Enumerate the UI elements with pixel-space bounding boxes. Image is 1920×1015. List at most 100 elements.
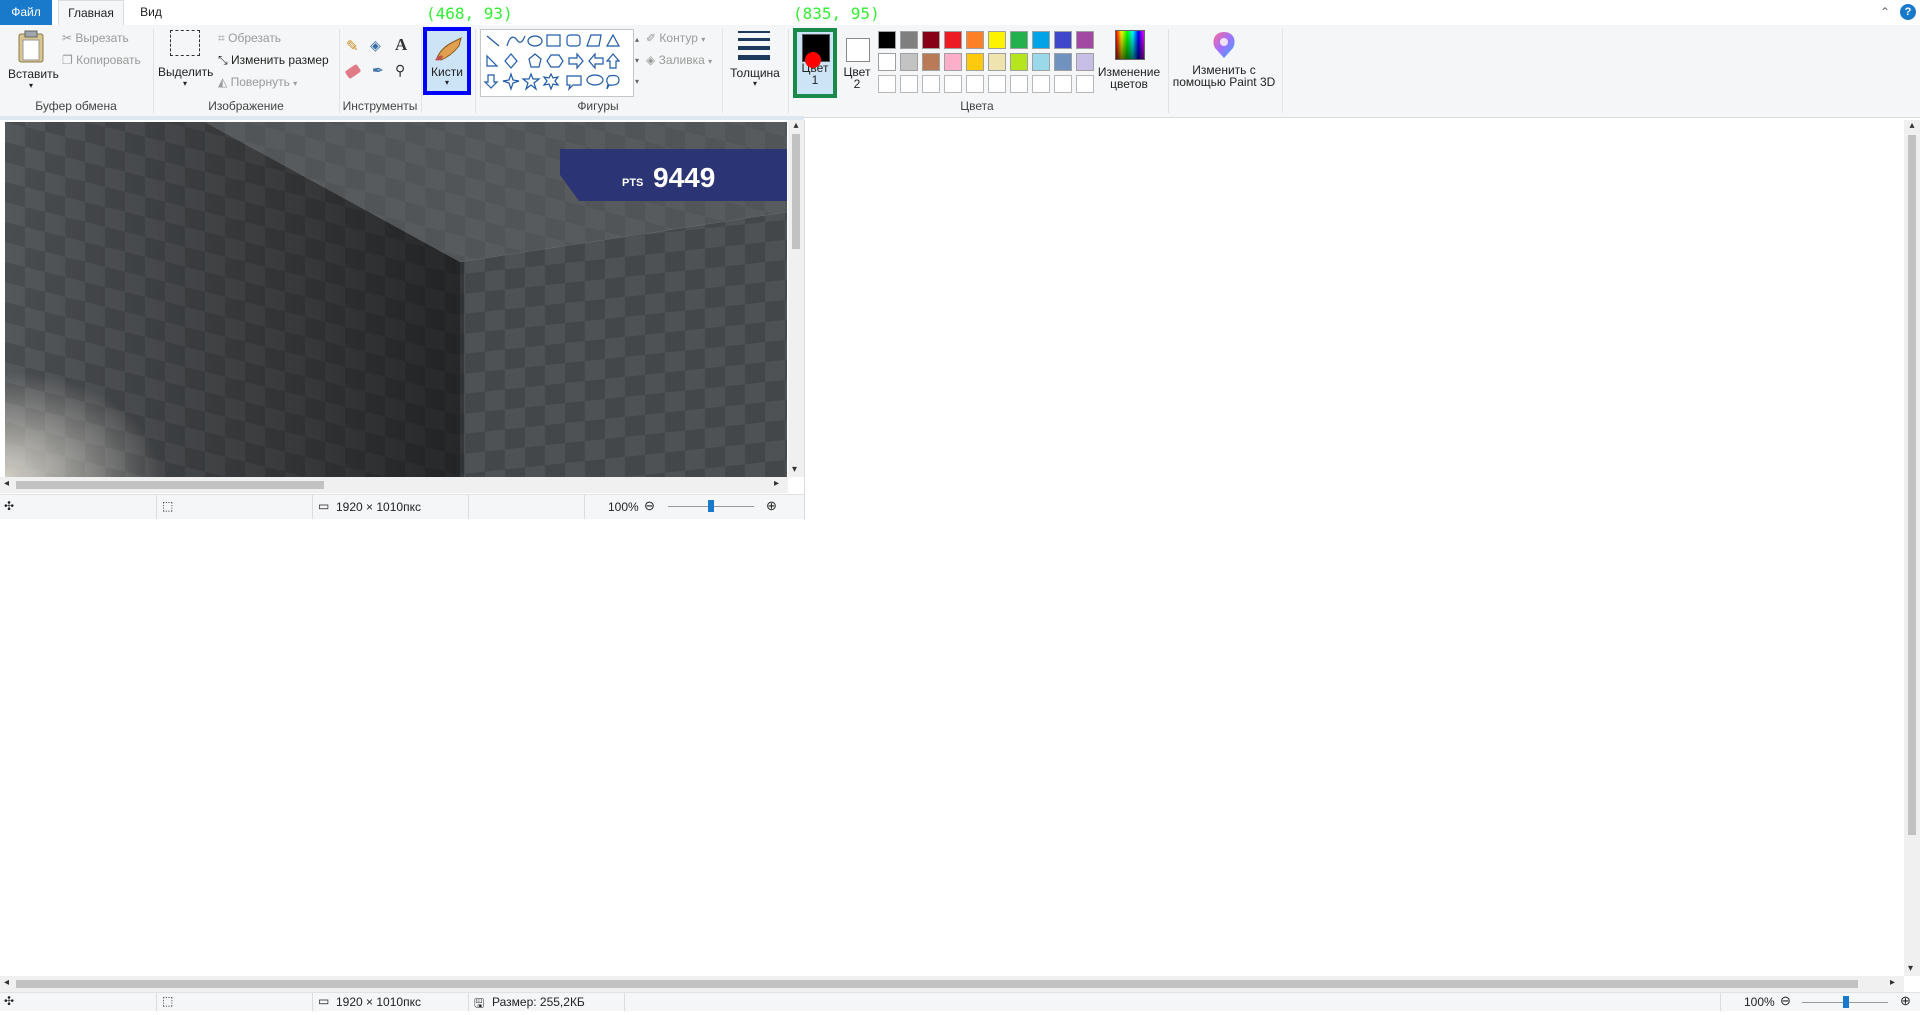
main-zoom-slider-thumb[interactable] xyxy=(1843,996,1849,1008)
palette-swatch[interactable] xyxy=(988,53,1006,71)
palette-swatch[interactable] xyxy=(922,75,940,93)
zoom-in-icon[interactable]: ⊕ xyxy=(1900,993,1911,1009)
tab-file[interactable]: Файл xyxy=(0,0,52,25)
paste-button[interactable]: Вставить ▾ xyxy=(8,30,59,90)
main-vertical-scroll-thumb[interactable] xyxy=(1908,135,1916,835)
group-divider xyxy=(788,29,789,113)
zoom-out-icon[interactable]: ⊖ xyxy=(1780,993,1791,1009)
shapes-gallery[interactable] xyxy=(480,29,634,97)
palette-swatch[interactable] xyxy=(966,31,984,49)
main-horizontal-scrollbar[interactable]: ◂ ▸ xyxy=(0,976,1904,992)
main-dims-text: 1920 × 1010пкс xyxy=(336,995,421,1009)
nested-status-bar: ✣ ⬚ ▭ 1920 × 1010пкс 100% ⊖ ⊕ xyxy=(0,494,804,519)
palette-swatch[interactable] xyxy=(1032,75,1050,93)
fill-icon: ◈ xyxy=(646,53,656,67)
select-button[interactable]: Выделить ▾ xyxy=(158,30,213,88)
outline-button[interactable]: ✐ Контур ▾ xyxy=(646,31,705,45)
rotate-label: Повернуть xyxy=(230,75,290,89)
nested-zoom-slider-thumb[interactable] xyxy=(708,500,714,512)
resize-button[interactable]: ⤡ Изменить размер xyxy=(218,53,329,68)
palette-swatch[interactable] xyxy=(1010,75,1028,93)
crop-label: Обрезать xyxy=(228,31,282,45)
eraser-icon xyxy=(344,63,362,80)
chevron-down-icon: ▾ xyxy=(701,35,706,44)
palette-swatch[interactable] xyxy=(878,53,896,71)
crop-button[interactable]: ⌗ Обрезать xyxy=(218,31,281,46)
palette-swatch[interactable] xyxy=(922,53,940,71)
palette-swatch[interactable] xyxy=(1076,53,1094,71)
palette-swatch[interactable] xyxy=(1054,53,1072,71)
copy-button[interactable]: ❐ Копировать xyxy=(62,53,141,67)
rotate-button[interactable]: ◭ Повернуть ▾ xyxy=(218,75,297,89)
palette-swatch[interactable] xyxy=(944,75,962,93)
game-screenshot-canvas[interactable]: PTS 9449 xyxy=(5,122,787,477)
bucket-icon: ◈ xyxy=(370,37,381,53)
color-picker-tool[interactable]: ✒ xyxy=(372,62,384,79)
nested-horizontal-scrollbar[interactable]: ◂ ▸ xyxy=(0,477,788,493)
paint3d-icon xyxy=(1213,32,1235,58)
fill-button[interactable]: ◈ Заливка ▾ xyxy=(646,53,712,67)
shapes-gallery-scroll[interactable]: ▴ ▾ ▾ xyxy=(632,29,642,95)
help-icon[interactable]: ? xyxy=(1900,4,1916,20)
group-divider xyxy=(1168,29,1169,113)
palette-swatch[interactable] xyxy=(944,31,962,49)
fill-tool[interactable]: ◈ xyxy=(370,37,381,54)
palette-swatch[interactable] xyxy=(988,31,1006,49)
palette-swatch[interactable] xyxy=(1010,53,1028,71)
palette-swatch[interactable] xyxy=(966,53,984,71)
palette-swatch[interactable] xyxy=(1010,31,1028,49)
shapes-group-label: Фигуры xyxy=(577,99,619,113)
color2-button[interactable]: Цвет 2 xyxy=(842,30,872,90)
main-vertical-scrollbar[interactable]: ▴ ▾ xyxy=(1904,120,1920,976)
zoom-in-icon[interactable]: ⊕ xyxy=(766,498,777,514)
color2-label: Цвет 2 xyxy=(843,65,871,91)
copy-icon: ❐ xyxy=(62,53,73,67)
magnifier-tool[interactable]: ⚲ xyxy=(395,62,405,79)
outline-label: Контур xyxy=(659,31,698,45)
nested-vertical-scroll-thumb[interactable] xyxy=(792,134,800,249)
main-horizontal-scroll-thumb[interactable] xyxy=(16,980,1858,988)
palette-swatch[interactable] xyxy=(1054,75,1072,93)
palette-swatch[interactable] xyxy=(900,75,918,93)
select-rectangle-icon xyxy=(170,30,200,56)
rotate-icon: ◭ xyxy=(218,75,228,89)
palette-swatch[interactable] xyxy=(1076,75,1094,93)
nested-paint-window: PTS 9449 ▴ ▾ ◂ ▸ ✣ ⬚ ▭ 1920 × 1010пкс 10… xyxy=(0,120,805,520)
points-value: 9449 xyxy=(653,162,716,193)
scissors-icon: ✂ xyxy=(62,31,73,45)
selection-size-icon: ⬚ xyxy=(162,499,174,513)
palette-swatch[interactable] xyxy=(1076,31,1094,49)
palette-swatch[interactable] xyxy=(944,53,962,71)
thickness-button[interactable]: Толщина ▾ xyxy=(728,31,782,88)
collapse-ribbon-icon[interactable]: ⌃ xyxy=(1880,5,1890,19)
palette-swatch[interactable] xyxy=(988,75,1006,93)
nested-horizontal-scroll-thumb[interactable] xyxy=(16,481,324,489)
palette-swatch[interactable] xyxy=(1054,31,1072,49)
fill-label: Заливка xyxy=(658,53,705,67)
palette-swatch[interactable] xyxy=(1032,53,1050,71)
pencil-tool[interactable]: ✎ xyxy=(346,37,359,55)
eraser-tool[interactable] xyxy=(344,63,362,80)
text-tool[interactable]: A xyxy=(395,35,407,55)
zoom-out-icon[interactable]: ⊖ xyxy=(644,498,655,514)
tab-view[interactable]: Вид xyxy=(130,0,172,25)
edit-colors-button[interactable]: Изменение цветов xyxy=(1096,30,1162,90)
chevron-down-icon: ▾ xyxy=(752,79,757,88)
chevron-down-icon: ▾ xyxy=(293,79,298,88)
palette-swatch[interactable] xyxy=(966,75,984,93)
palette-swatch[interactable] xyxy=(1032,31,1050,49)
palette-swatch[interactable] xyxy=(878,75,896,93)
nested-vertical-scrollbar[interactable]: ▴ ▾ xyxy=(788,120,804,477)
resize-icon: ⤡ xyxy=(218,53,228,67)
palette-swatch[interactable] xyxy=(900,31,918,49)
palette-swatch[interactable] xyxy=(878,31,896,49)
paint3d-button[interactable]: Изменить с помощью Paint 3D xyxy=(1172,30,1276,88)
cut-button[interactable]: ✂ Вырезать xyxy=(62,31,129,45)
brushes-button[interactable]: Кисти ▾ xyxy=(423,27,471,95)
tab-home[interactable]: Главная xyxy=(58,0,124,26)
palette-swatch[interactable] xyxy=(922,31,940,49)
text-a-icon: A xyxy=(395,35,408,54)
palette-swatch[interactable] xyxy=(900,53,918,71)
thickness-label: Толщина xyxy=(730,66,780,80)
paste-label: Вставить xyxy=(8,67,59,81)
